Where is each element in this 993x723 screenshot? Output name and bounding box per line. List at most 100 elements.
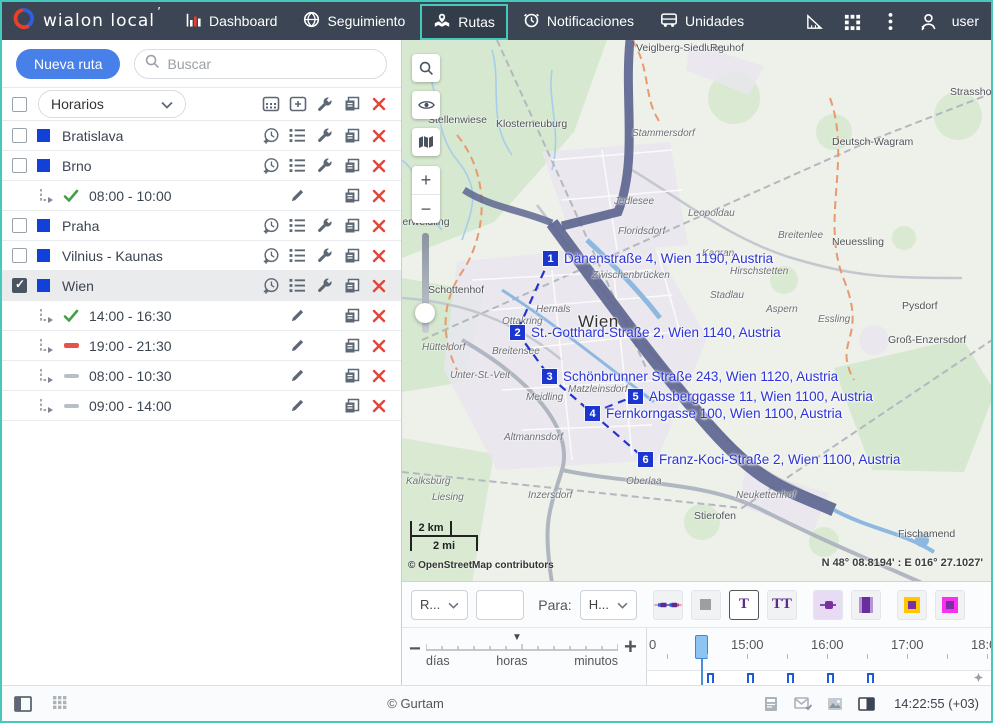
route-point[interactable]: 4Fernkorngasse 100, Wien 1100, Austria — [585, 406, 600, 421]
copy-icon[interactable] — [338, 181, 365, 211]
select-all-checkbox[interactable] — [12, 97, 27, 112]
delete-icon[interactable] — [365, 361, 392, 391]
magenta-flag-icon[interactable] — [935, 590, 965, 620]
copy-icon[interactable] — [338, 271, 365, 301]
tab-notificaciones[interactable]: Notificaciones — [510, 2, 647, 40]
timeline-value-input[interactable] — [476, 590, 524, 620]
grid-dots-icon[interactable] — [52, 696, 68, 712]
route-row[interactable]: Praha — [2, 211, 401, 241]
route-row[interactable]: Brno — [2, 151, 401, 181]
route-row[interactable]: Bratislava — [2, 121, 401, 151]
zoom-slider-handle[interactable] — [415, 303, 435, 323]
apps-grid-icon[interactable] — [836, 2, 870, 40]
add-schedule-icon[interactable] — [257, 271, 284, 301]
schedule-row[interactable]: 19:00 - 21:30 — [2, 331, 401, 361]
wrench-icon[interactable] — [311, 121, 338, 151]
delete-icon[interactable] — [365, 181, 392, 211]
stops-list-icon[interactable] — [284, 241, 311, 271]
add-schedule-icon[interactable] — [257, 151, 284, 181]
route-checkbox[interactable] — [12, 278, 27, 293]
route-checkbox[interactable] — [12, 248, 27, 263]
wrench-icon[interactable] — [311, 211, 338, 241]
text-tt-icon[interactable]: TT — [767, 590, 797, 620]
map-canvas[interactable]: Veiglberg-SiedlungReuhofStrasshof an dDe… — [402, 40, 991, 582]
edit-pencil-icon[interactable] — [284, 181, 311, 211]
route-checkbox[interactable] — [12, 218, 27, 233]
schedule-row[interactable]: 08:00 - 10:30 — [2, 361, 401, 391]
copy-icon[interactable] — [338, 89, 365, 119]
wrench-icon[interactable] — [311, 241, 338, 271]
app-logo[interactable]: wialon local — [2, 2, 173, 40]
timeline-zoom-out[interactable]: − — [409, 639, 421, 659]
timeline-zoom-in[interactable]: + — [624, 636, 637, 658]
user-icon[interactable] — [912, 2, 946, 40]
timeline-zoom-handle[interactable]: ▼ — [512, 632, 522, 643]
map-search-button[interactable] — [412, 54, 440, 82]
timeline-hours[interactable]: 015:0016:0017:0018:0 — [647, 628, 991, 685]
new-route-button[interactable]: Nueva ruta — [16, 49, 120, 79]
route-point[interactable]: 2St.-Gotthard-Straße 2, Wien 1140, Austr… — [510, 325, 525, 340]
edit-pencil-icon[interactable] — [284, 301, 311, 331]
kebab-menu-icon[interactable] — [874, 2, 908, 40]
ruler-icon[interactable] — [798, 2, 832, 40]
delete-icon[interactable] — [365, 301, 392, 331]
map-visibility-button[interactable] — [412, 91, 440, 119]
search-input[interactable] — [167, 56, 376, 72]
edit-pencil-icon[interactable] — [284, 331, 311, 361]
username-label[interactable]: user — [952, 13, 979, 29]
delete-icon[interactable] — [365, 241, 392, 271]
stops-list-icon[interactable] — [284, 271, 311, 301]
route-point[interactable]: 5Absberggasse 11, Wien 1100, Austria — [628, 389, 643, 404]
mail-check-icon[interactable] — [794, 696, 812, 711]
zoom-in-button[interactable]: + — [412, 166, 440, 195]
delete-icon[interactable] — [365, 121, 392, 151]
tab-seguimiento[interactable]: Seguimiento — [290, 2, 418, 40]
yellow-flag-icon[interactable] — [897, 590, 927, 620]
schedule-row[interactable]: 14:00 - 16:30 — [2, 301, 401, 331]
report-icon[interactable] — [763, 696, 779, 712]
schedule-row[interactable]: 08:00 - 10:00 — [2, 181, 401, 211]
route-point[interactable]: 3Schönbrunner Straße 243, Wien 1120, Aus… — [542, 369, 557, 384]
copy-icon[interactable] — [338, 331, 365, 361]
interval-bar-icon[interactable] — [851, 590, 881, 620]
calendar-add-icon[interactable] — [284, 89, 311, 119]
point-line-icon[interactable] — [813, 590, 843, 620]
copy-icon[interactable] — [338, 361, 365, 391]
wrench-icon[interactable] — [311, 271, 338, 301]
add-schedule-icon[interactable] — [257, 211, 284, 241]
gray-square-icon[interactable] — [691, 590, 721, 620]
delete-icon[interactable] — [365, 89, 392, 119]
route-select[interactable]: R... — [411, 590, 468, 620]
copy-icon[interactable] — [338, 151, 365, 181]
tab-unidades[interactable]: Unidades — [647, 2, 757, 40]
delete-icon[interactable] — [365, 391, 392, 421]
zoom-out-button[interactable]: − — [412, 195, 440, 223]
schedule-row[interactable]: 09:00 - 14:00 — [2, 391, 401, 421]
image-icon[interactable] — [827, 697, 843, 711]
add-schedule-icon[interactable] — [257, 121, 284, 151]
copy-icon[interactable] — [338, 211, 365, 241]
search-box[interactable] — [134, 49, 387, 79]
delete-icon[interactable] — [365, 271, 392, 301]
copy-icon[interactable] — [338, 121, 365, 151]
wrench-icon[interactable] — [311, 89, 338, 119]
timeline-zoom-track[interactable] — [426, 642, 618, 652]
stops-list-icon[interactable] — [284, 151, 311, 181]
unit-select[interactable]: H... — [580, 590, 637, 620]
route-row[interactable]: Vilnius - Kaunas — [2, 241, 401, 271]
copy-icon[interactable] — [338, 301, 365, 331]
edit-pencil-icon[interactable] — [284, 391, 311, 421]
tab-rutas[interactable]: Rutas — [420, 4, 508, 40]
edit-pencil-icon[interactable] — [284, 361, 311, 391]
delete-icon[interactable] — [365, 151, 392, 181]
cyan-pin-icon[interactable] — [981, 590, 993, 620]
group-selector[interactable]: Horarios — [38, 90, 186, 118]
copy-icon[interactable] — [338, 241, 365, 271]
route-checkbox[interactable] — [12, 128, 27, 143]
route-point[interactable]: 1Dänenstraße 4, Wien 1190, Austria — [543, 251, 558, 266]
tab-dashboard[interactable]: Dashboard — [173, 2, 291, 40]
route-row[interactable]: Wien — [2, 271, 401, 301]
map-layers-button[interactable] — [412, 128, 440, 156]
copy-icon[interactable] — [338, 391, 365, 421]
collapse-panel-icon[interactable] — [14, 696, 32, 712]
